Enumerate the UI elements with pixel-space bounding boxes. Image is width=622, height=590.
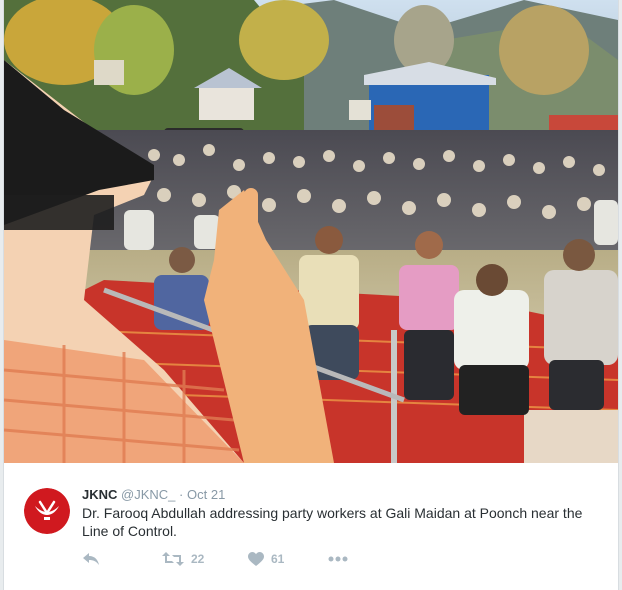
jknc-plough-logo-icon (24, 488, 70, 534)
retweet-button[interactable]: 22 (162, 551, 248, 567)
tweet-date[interactable]: Oct 21 (187, 487, 225, 502)
reply-button[interactable] (82, 551, 162, 567)
header-separator: · (179, 487, 184, 502)
rally-photo-image (4, 0, 618, 463)
more-dots-icon (328, 556, 348, 562)
reply-icon (83, 553, 99, 565)
tweet-header: JKNC @JKNC_ · Oct 21 (82, 486, 225, 504)
tweet-body: JKNC @JKNC_ · Oct 21 Dr. Farooq Abdullah… (4, 463, 618, 590)
tweet-actions: 22 61 (82, 549, 348, 569)
tweet-text: Dr. Farooq Abdullah addressing party wor… (82, 505, 583, 539)
more-button[interactable] (328, 556, 348, 562)
tweet-photo[interactable] (4, 0, 618, 463)
user-handle[interactable]: @JKNC_ (121, 487, 175, 502)
retweet-icon (162, 552, 184, 566)
avatar[interactable] (24, 488, 70, 534)
heart-icon (248, 551, 264, 566)
tweet-card: JKNC @JKNC_ · Oct 21 Dr. Farooq Abdullah… (4, 0, 618, 590)
display-name[interactable]: JKNC (82, 487, 117, 502)
retweet-count: 22 (191, 552, 205, 566)
like-count: 61 (271, 552, 285, 566)
like-button[interactable]: 61 (248, 551, 328, 567)
